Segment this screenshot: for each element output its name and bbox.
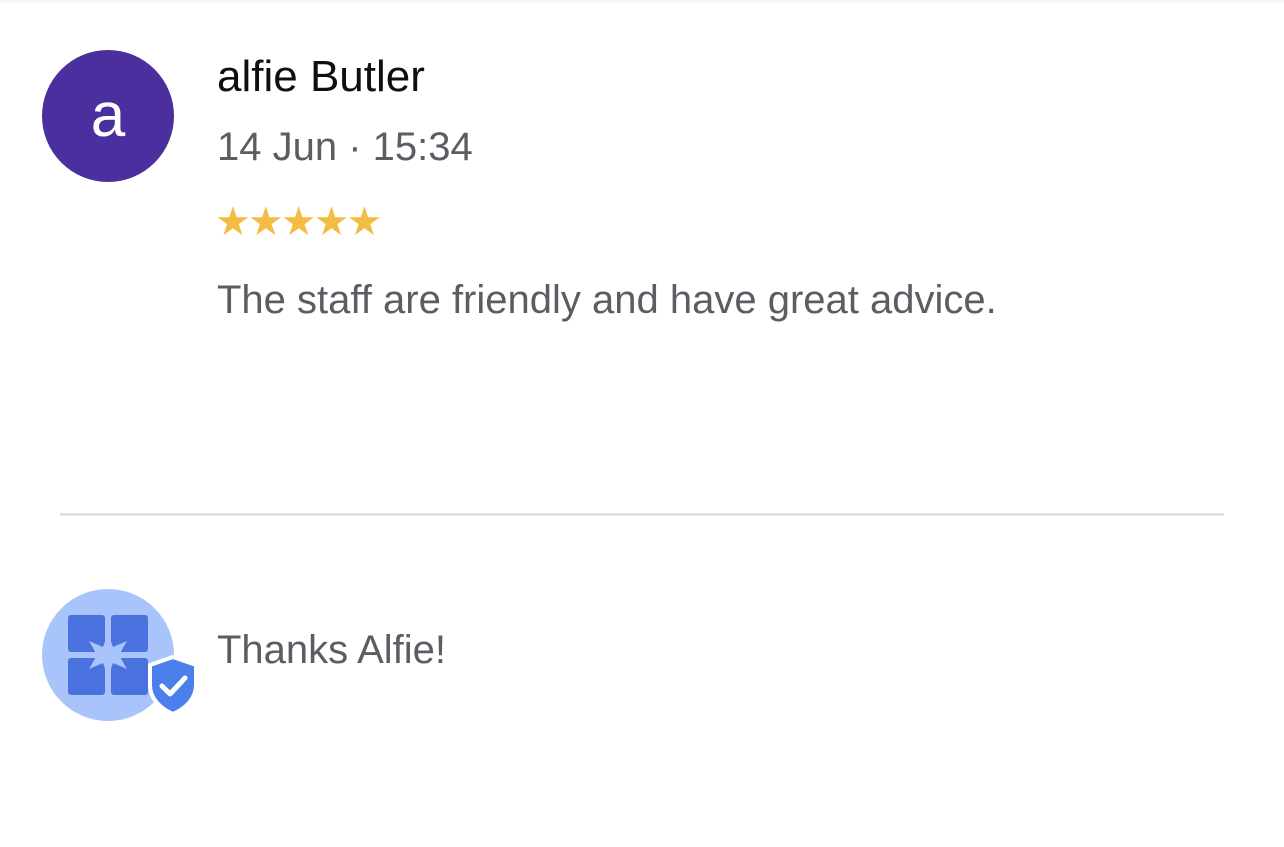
top-edge-shadow xyxy=(0,0,1284,4)
reviewer-name[interactable]: alfie Butler xyxy=(217,52,425,102)
avatar-letter: a xyxy=(90,81,126,150)
review-text: The staff are friendly and have great ad… xyxy=(217,278,997,322)
business-logo-icon xyxy=(42,589,198,721)
reply-text: Thanks Alfie! xyxy=(217,628,447,672)
reviewer-avatar[interactable]: a xyxy=(42,50,174,182)
business-avatar[interactable] xyxy=(42,589,198,721)
star-rating: ★★★★★ xyxy=(215,200,382,244)
verified-shield-icon xyxy=(148,654,198,717)
review-date: 14 Jun · 15:34 xyxy=(217,125,473,169)
divider xyxy=(60,513,1224,516)
